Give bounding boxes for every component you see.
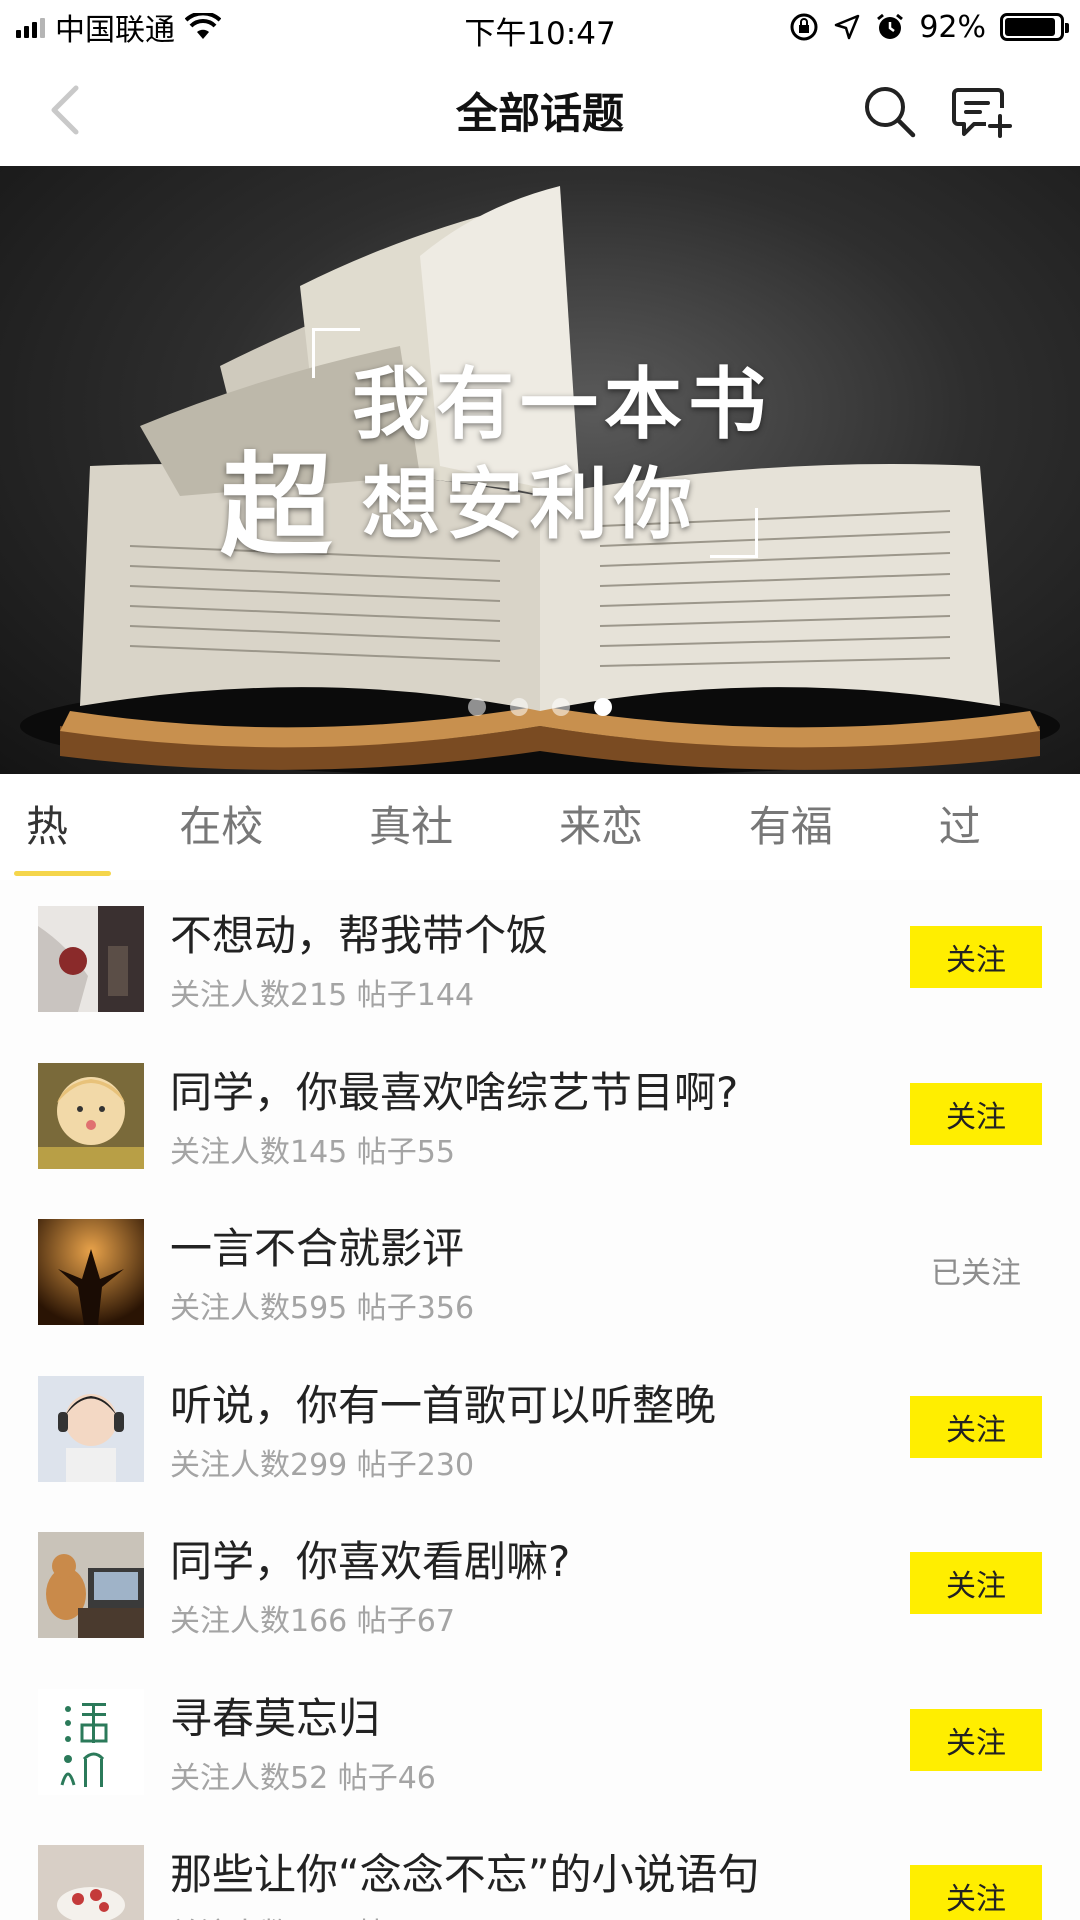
tab-2[interactable]: 真社会 [357,774,491,957]
banner-big-char: 超 [220,441,332,572]
topic-row[interactable]: 听说，你有一首歌可以听整晚关注人数299 帖子230 关注 [0,1350,1080,1507]
tab-0[interactable]: 热门 [14,774,112,957]
follow-button[interactable]: 关注 [910,1552,1042,1614]
chevron-left-icon[interactable] [44,84,88,136]
banner-carousel[interactable]: 我有一本书 超 想安利你 [0,166,1080,774]
topic-thumbnail [38,1845,144,1920]
signal-icon [16,16,45,38]
topic-title[interactable]: 听说，你有一首歌可以听整晚 [170,1372,716,1433]
rotation-lock-icon [790,13,818,41]
topic-row[interactable]: 那些让你“念念不忘”的小说语句关注人数183 帖子104 关注 [0,1819,1080,1920]
location-arrow-icon [835,14,860,40]
tab-3[interactable]: 来恋爱 [547,774,681,957]
topic-thumbnail [38,1062,144,1169]
nav-bar: 全部话题 [0,54,1080,166]
banner-headline: 我有一本书 [352,359,773,450]
tab-1[interactable]: 在校园 [167,774,301,957]
category-tabs: 热门在校园真社会来恋爱有福利过往 [0,774,1080,957]
status-bar: 中国联通 下午10:47 92% [0,0,1080,54]
follow-button[interactable]: 关注 [910,1708,1042,1771]
topic-stats: 关注人数145 帖子55 [170,1134,455,1170]
topic-title[interactable]: 一言不合就影评 [170,1215,464,1276]
topic-thumbnail [38,1219,144,1325]
battery-percent: 92% [919,9,986,45]
topic-row[interactable]: 寻春莫忘归关注人数52 帖子46 关注 [0,1663,1080,1820]
topic-title[interactable]: 那些让你“念念不忘”的小说语句 [170,1841,760,1902]
topic-stats: 关注人数215 帖子144 [170,978,475,1013]
topic-list: 不想动，帮我带个饭 关注人数215 帖子144 关注 同学，你最喜欢啥综艺节目啊? 关注… [0,880,1080,1920]
topic-stats: 关注人数183 帖子104 [170,1909,474,1920]
topic-stats: 关注人数52 帖子46 [170,1760,436,1796]
follow-button[interactable]: 关注 [910,1865,1042,1920]
topic-title[interactable]: 同学，你最喜欢啥综艺节目啊? [170,1059,738,1120]
follow-button[interactable]: 关注 [910,1395,1042,1458]
topic-title[interactable]: 寻春莫忘归 [170,1685,380,1746]
topic-stats: 关注人数166 帖子67 [170,1604,455,1639]
page-title: 全部话题 [455,88,624,138]
topic-title[interactable]: 不想动，帮我带个饭 [170,902,548,963]
topic-stats: 关注人数595 帖子356 [170,1291,475,1326]
following-label[interactable]: 已关注 [910,1239,1042,1301]
carousel-dot[interactable] [594,698,612,716]
carrier-label: 中国联通 [55,13,175,48]
follow-button[interactable]: 关注 [910,1082,1042,1145]
battery-icon [1000,13,1069,41]
topic-row[interactable]: 同学，你喜欢看剧嘛? 关注人数166 帖子67 关注 [0,1506,1080,1663]
topic-row[interactable]: 一言不合就影评关注人数595 帖子356 已关注 [0,1193,1080,1350]
battery-fill [1005,18,1055,36]
wifi-icon [185,13,221,39]
status-left: 中国联通 [16,5,221,49]
carousel-dots [0,698,1080,716]
topic-thumbnail [38,1532,144,1638]
topic-thumbnail [38,1688,144,1795]
alarm-icon [877,13,904,39]
topic-title[interactable]: 同学，你喜欢看剧嘛? [170,1528,570,1589]
topic-row[interactable]: 不想动，帮我带个饭关注人数215 帖子144 关注 [0,880,1080,1037]
follow-button[interactable]: 关注 [910,926,1042,988]
carousel-dot[interactable] [468,698,486,716]
banner-subheadline: 想安利你 [362,459,699,550]
carousel-dot[interactable] [552,698,570,716]
bracket-decoration [710,508,758,558]
topic-stats: 关注人数299 帖子230 [170,1447,475,1483]
topic-row[interactable]: 同学，你最喜欢啥综艺节目啊? 关注人数145 帖子55 关注 [0,1037,1080,1194]
search-icon[interactable] [862,84,918,140]
carousel-dot[interactable] [510,698,528,716]
topic-thumbnail [38,906,144,1012]
topic-thumbnail [38,1375,144,1482]
status-right: 92% [789,9,1069,45]
tab-4[interactable]: 有福利 [737,774,871,957]
tab-active-indicator [14,871,112,876]
new-message-icon[interactable] [952,84,1012,140]
tab-5[interactable]: 过往 [927,774,1024,957]
